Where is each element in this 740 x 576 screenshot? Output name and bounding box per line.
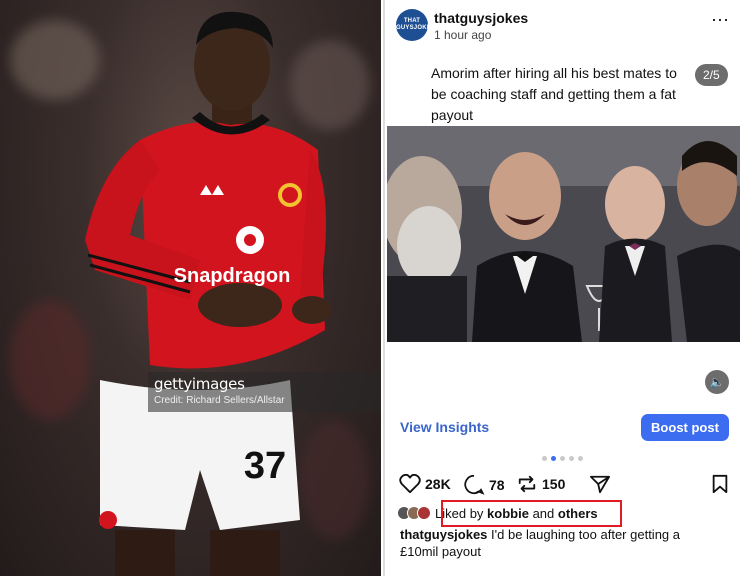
post-media-image[interactable] <box>387 126 740 342</box>
liked-by-highlight-box <box>441 500 622 527</box>
social-post: THAT GUYSJOKES thatguysjokes 1 hour ago … <box>383 0 740 576</box>
photo-credit: Credit: Richard Sellers/Allstar <box>154 395 285 406</box>
repost-count: 150 <box>542 476 566 492</box>
post-username[interactable]: thatguysjokes <box>434 10 528 26</box>
comment-author[interactable]: thatguysjokes <box>400 527 487 542</box>
more-options-icon[interactable]: ⋯ <box>711 10 730 31</box>
send-icon <box>590 475 610 494</box>
repost-action[interactable]: 150 <box>516 474 565 494</box>
post-caption: Amorim after hiring all his best mates t… <box>431 65 677 123</box>
shirt-sponsor: Snapdragon <box>174 265 291 287</box>
player-illustration: Snapdragon 37 <box>85 11 332 576</box>
getty-watermark: gettyimages Credit: Richard Sellers/Alls… <box>148 372 381 412</box>
mute-audio-icon[interactable]: 🔈 <box>705 370 729 394</box>
like-action[interactable]: 28K <box>399 474 451 494</box>
share-action[interactable] <box>589 474 611 494</box>
avatar[interactable]: THAT GUYSJOKES <box>396 9 435 41</box>
player-photo: Snapdragon 37 gettyimages Credit: Richar… <box>0 0 381 576</box>
carousel-dot <box>578 456 583 461</box>
boost-post-button[interactable]: Boost post <box>641 414 729 441</box>
carousel-dot <box>542 456 547 461</box>
comment-bubble-icon <box>464 474 485 495</box>
save-action[interactable] <box>711 474 729 494</box>
liker-avatar <box>417 506 431 520</box>
getty-brand: gettyimages <box>154 375 245 393</box>
comment-action[interactable]: 78 <box>463 474 505 495</box>
laughing-men-illustration <box>387 126 740 342</box>
post-timestamp: 1 hour ago <box>434 28 492 42</box>
carousel-indicator <box>542 456 583 461</box>
bookmark-icon <box>712 474 728 494</box>
action-bar: 28K 78 150 <box>399 474 729 496</box>
shorts-number: 37 <box>244 445 286 487</box>
carousel-dot-active <box>551 456 556 461</box>
heart-icon <box>399 474 421 494</box>
carousel-dot <box>560 456 565 461</box>
post-comment: thatguysjokes I'd be laughing too after … <box>400 526 720 560</box>
liker-avatars <box>397 506 431 520</box>
repost-icon <box>518 475 536 493</box>
comment-count: 78 <box>489 476 505 493</box>
view-insights-link[interactable]: View Insights <box>400 419 489 435</box>
like-count: 28K <box>425 476 451 492</box>
carousel-dot <box>569 456 574 461</box>
slide-counter-badge: 2/5 <box>695 64 728 86</box>
